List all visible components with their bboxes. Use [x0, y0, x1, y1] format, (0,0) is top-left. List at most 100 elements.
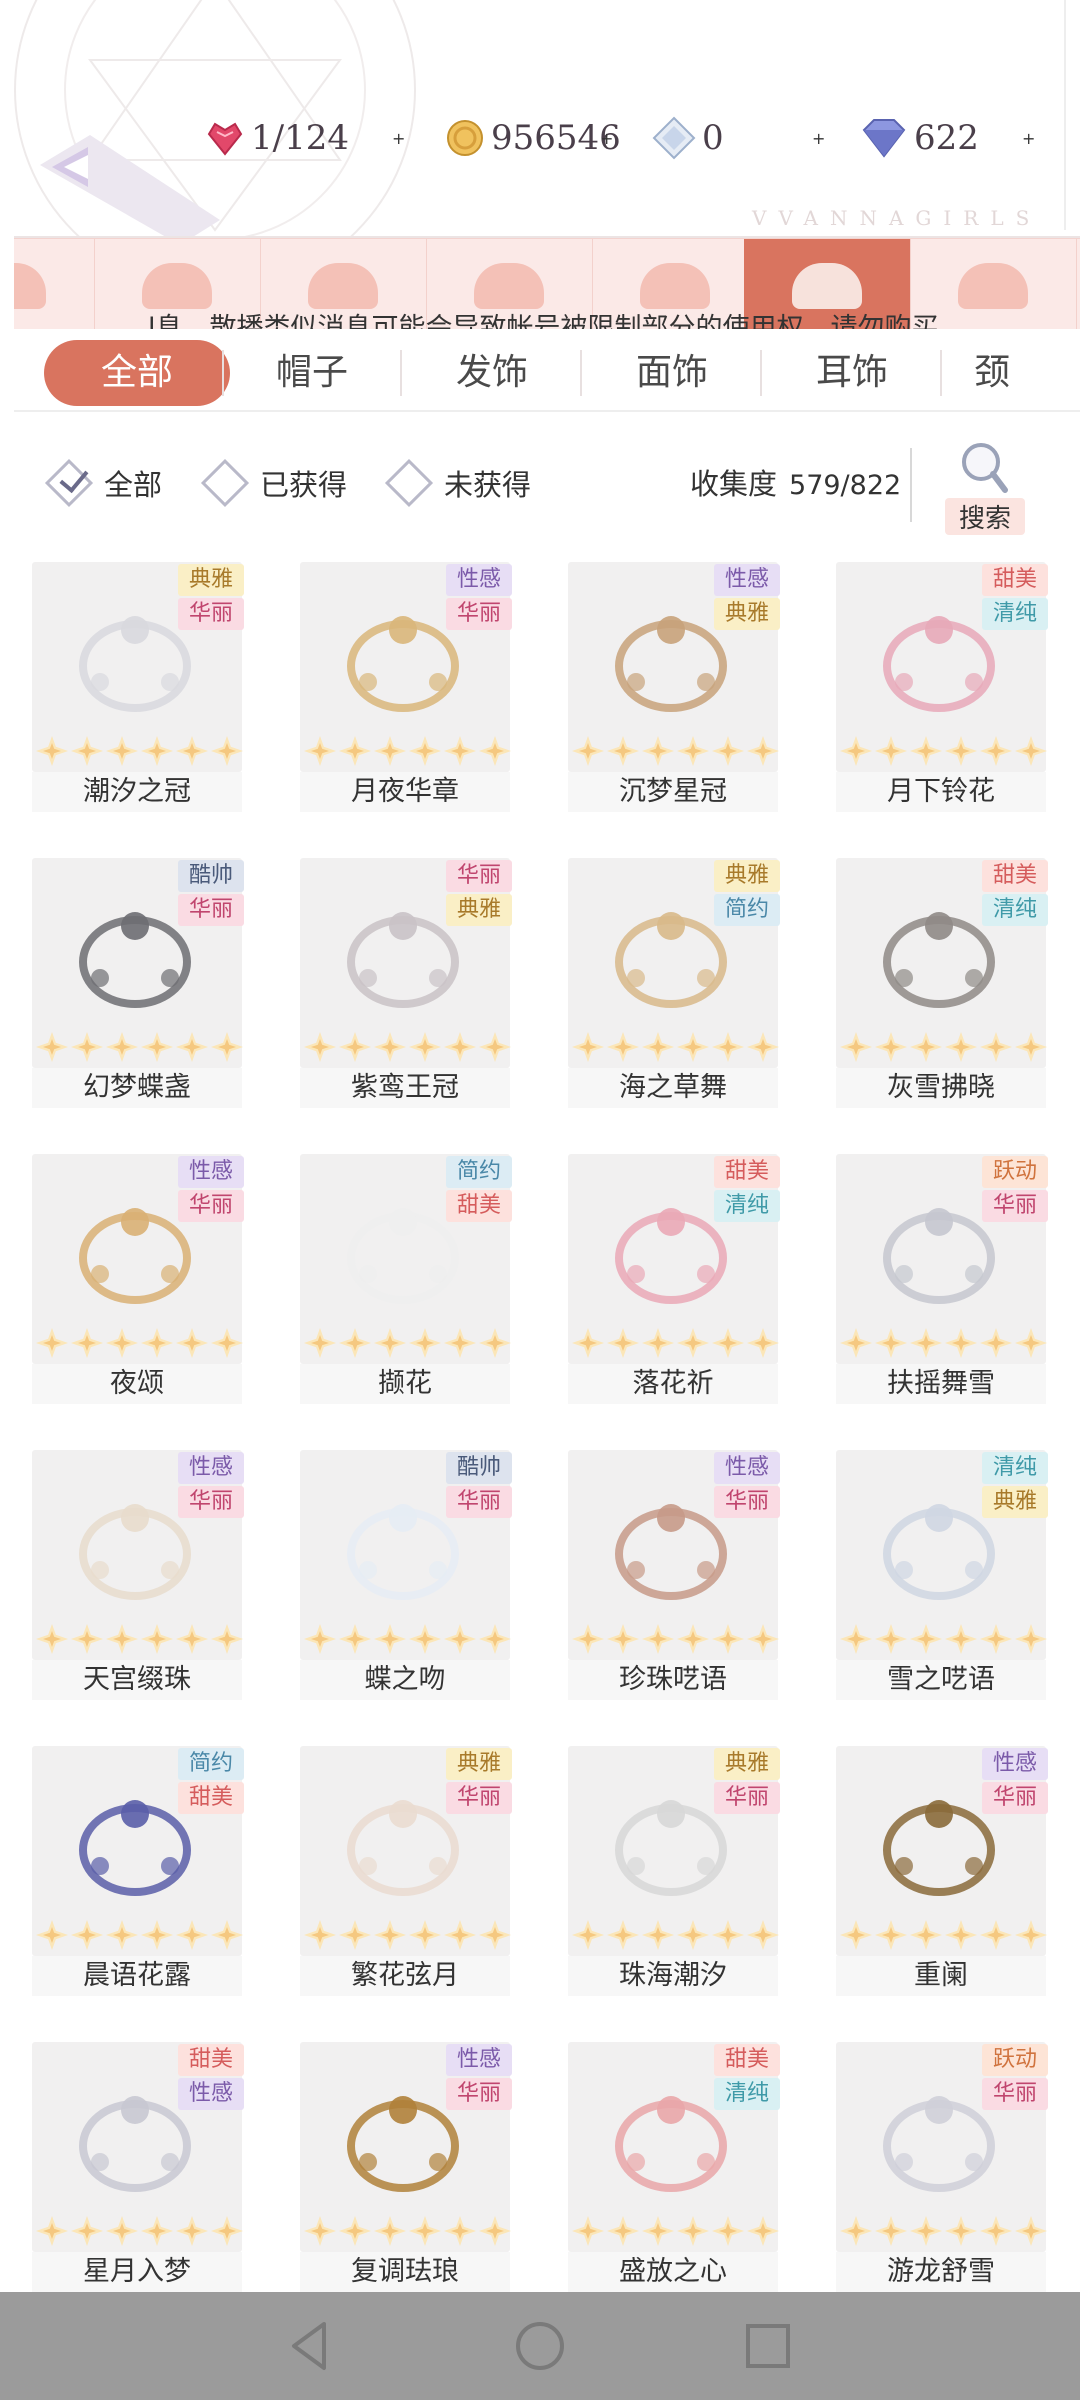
tab-face-accessories[interactable]: 面饰 — [584, 340, 760, 406]
style-tag: 典雅 — [446, 1748, 512, 1780]
item-card[interactable]: 甜美 清纯 落花祈 — [566, 1154, 780, 1404]
diamond-icon — [862, 119, 906, 158]
star-icon — [444, 2216, 476, 2246]
item-name: 撷花 — [300, 1364, 510, 1404]
star-icon — [479, 1032, 511, 1062]
star-icon — [211, 1920, 243, 1950]
style-tag: 甜美 — [714, 1156, 780, 1188]
star-icon — [444, 1032, 476, 1062]
star-icon — [71, 1920, 103, 1950]
item-card[interactable]: 性感 华丽 夜颂 — [30, 1154, 244, 1404]
style-tag: 性感 — [446, 2044, 512, 2076]
star-icon — [304, 1920, 336, 1950]
style-tag: 酷帅 — [446, 1452, 512, 1484]
star-icon — [642, 1032, 674, 1062]
item-card[interactable]: 简约 甜美 晨语花露 — [30, 1746, 244, 1996]
filter-obtained[interactable]: 已获得 — [200, 455, 347, 511]
item-name: 天宫缀珠 — [32, 1660, 242, 1700]
item-card[interactable]: 性感 华丽 珍珠呓语 — [566, 1450, 780, 1700]
item-card[interactable]: 性感 华丽 天宫缀珠 — [30, 1450, 244, 1700]
item-card[interactable]: 典雅 华丽 珠海潮汐 — [566, 1746, 780, 1996]
star-icon — [607, 1328, 639, 1358]
item-name: 落花祈 — [568, 1364, 778, 1404]
item-card[interactable]: 跃动 华丽 游龙舒雪 — [834, 2042, 1048, 2292]
star-icon — [677, 1920, 709, 1950]
star-icon — [607, 1624, 639, 1654]
style-tag: 华丽 — [178, 1486, 244, 1518]
item-card[interactable]: 典雅 华丽 繁花弦月 — [298, 1746, 512, 1996]
filter-all[interactable]: 全部 — [44, 455, 162, 511]
star-icon — [945, 1920, 977, 1950]
add-stamina-button[interactable]: + — [392, 110, 405, 166]
star-icon — [409, 736, 441, 766]
star-icon — [747, 1032, 779, 1062]
item-card[interactable]: 性感 华丽 月夜华章 — [298, 562, 512, 812]
item-card[interactable]: 典雅 简约 海之草舞 — [566, 858, 780, 1108]
style-tag: 华丽 — [446, 1486, 512, 1518]
divider — [910, 448, 912, 522]
item-card[interactable]: 性感 华丽 复调珐琅 — [298, 2042, 512, 2292]
item-card[interactable]: 酷帅 华丽 幻梦蝶盏 — [30, 858, 244, 1108]
star-icon — [980, 1032, 1012, 1062]
star-icon — [141, 1920, 173, 1950]
star-icon — [572, 1624, 604, 1654]
nav-recents-icon[interactable] — [738, 2316, 798, 2376]
item-card[interactable]: 性感 典雅 沉梦星冠 — [566, 562, 780, 812]
tab-hats[interactable]: 帽子 — [224, 340, 400, 406]
item-card[interactable]: 性感 华丽 重阑 — [834, 1746, 1048, 1996]
star-icon — [374, 1920, 406, 1950]
item-card[interactable]: 跃动 华丽 扶摇舞雪 — [834, 1154, 1048, 1404]
star-icon — [479, 1624, 511, 1654]
collection-label: 收集度 — [690, 467, 778, 501]
star-icon — [712, 736, 744, 766]
tab-hair-accessories[interactable]: 发饰 — [404, 340, 580, 406]
item-name: 蝶之吻 — [300, 1660, 510, 1700]
style-tag: 清纯 — [714, 2078, 780, 2110]
style-tag: 典雅 — [446, 894, 512, 926]
nav-home-icon[interactable] — [510, 2316, 570, 2376]
star-icon — [444, 1920, 476, 1950]
back-arrow-icon[interactable] — [30, 125, 220, 245]
stamina-value: 1/124 — [251, 118, 349, 158]
item-card[interactable]: 甜美 清纯 盛放之心 — [566, 2042, 780, 2292]
item-name: 扶摇舞雪 — [836, 1364, 1046, 1404]
star-icon — [374, 1328, 406, 1358]
star-icon — [141, 1624, 173, 1654]
item-card[interactable]: 甜美 清纯 灰雪拂晓 — [834, 858, 1048, 1108]
star-icon — [607, 736, 639, 766]
item-name: 月夜华章 — [300, 772, 510, 812]
star-icon — [980, 736, 1012, 766]
item-card[interactable]: 典雅 华丽 潮汐之冠 — [30, 562, 244, 812]
star-icon — [607, 1920, 639, 1950]
search-button[interactable]: 搜索 — [945, 440, 1025, 535]
tab-necklaces[interactable]: 颈 — [974, 340, 1050, 406]
item-card[interactable]: 华丽 典雅 紫鸾王冠 — [298, 858, 512, 1108]
star-icon — [71, 1328, 103, 1358]
star-icon — [677, 736, 709, 766]
star-icon — [875, 736, 907, 766]
diamond-counter: 622 — [860, 110, 979, 166]
star-icon — [875, 1032, 907, 1062]
category-icon-strip: l息，散播类似消息可能会导致帐号被限制部分的使用权。请勿购买 — [14, 238, 1080, 329]
add-diamond-button[interactable]: + — [1022, 110, 1035, 166]
filter-not-obtained[interactable]: 未获得 — [384, 455, 531, 511]
style-tag: 华丽 — [178, 598, 244, 630]
style-tag: 跃动 — [982, 1156, 1048, 1188]
rarity-stars — [36, 1624, 246, 1654]
item-card[interactable]: 简约 甜美 撷花 — [298, 1154, 512, 1404]
style-tag: 华丽 — [178, 1190, 244, 1222]
tab-all[interactable]: 全部 — [44, 340, 230, 406]
nav-back-icon[interactable] — [280, 2316, 340, 2376]
add-gold-button[interactable]: + — [600, 110, 613, 166]
style-tag: 华丽 — [178, 894, 244, 926]
heart-gem-icon — [207, 122, 243, 156]
item-card[interactable]: 甜美 清纯 月下铃花 — [834, 562, 1048, 812]
add-crystal-button[interactable]: + — [812, 110, 825, 166]
star-icon — [36, 1032, 68, 1062]
item-card[interactable]: 甜美 性感 星月入梦 — [30, 2042, 244, 2292]
item-name: 雪之呓语 — [836, 1660, 1046, 1700]
tab-earrings[interactable]: 耳饰 — [764, 340, 940, 406]
item-card[interactable]: 清纯 典雅 雪之呓语 — [834, 1450, 1048, 1700]
star-icon — [409, 2216, 441, 2246]
item-card[interactable]: 酷帅 华丽蝶之吻 — [298, 1450, 512, 1700]
